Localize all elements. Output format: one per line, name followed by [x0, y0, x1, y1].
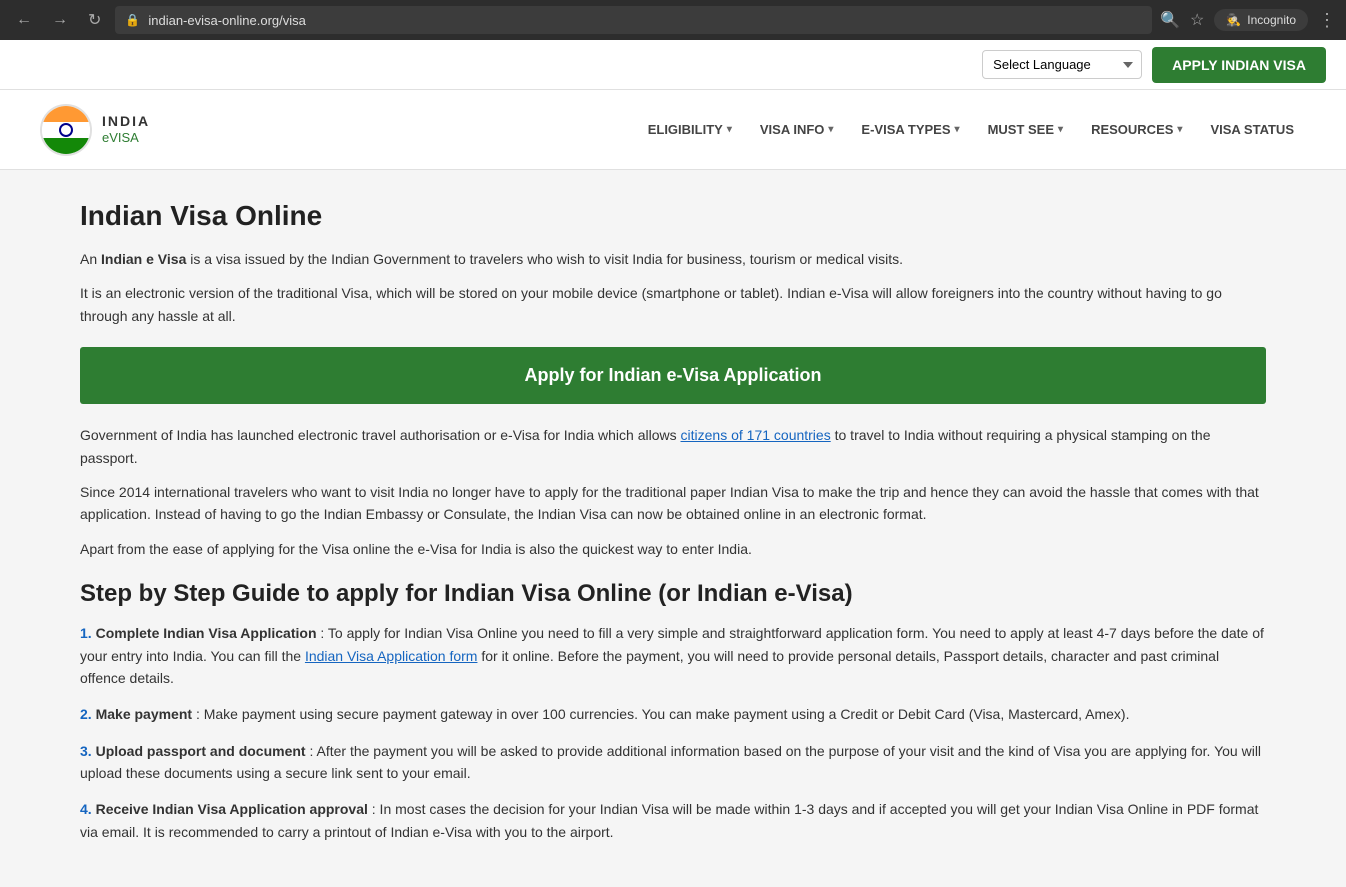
nav-evisa-types[interactable]: E-VISA TYPES ▾: [849, 114, 971, 145]
nav-visa-info-arrow: ▾: [828, 124, 833, 135]
page-title: Indian Visa Online: [80, 200, 1266, 232]
bookmark-icon[interactable]: ☆: [1190, 10, 1204, 30]
forward-button[interactable]: →: [46, 7, 74, 33]
logo: INDIA eVISA: [40, 104, 150, 156]
step-2-num: 2.: [80, 706, 92, 722]
intro-p1-bold: Indian e Visa: [101, 251, 186, 267]
nav-resources[interactable]: RESOURCES ▾: [1079, 114, 1194, 145]
nav-must-see-arrow: ▾: [1058, 124, 1063, 135]
nav-evisa-types-label: E-VISA TYPES: [861, 122, 950, 137]
utility-bar: Select Language English French German AP…: [0, 40, 1346, 90]
incognito-label: Incognito: [1247, 13, 1296, 27]
flag-white: [42, 122, 90, 138]
intro-p1-rest: is a visa issued by the Indian Governmen…: [186, 251, 903, 267]
intro-p1-an: An: [80, 251, 101, 267]
nav-evisa-types-arrow: ▾: [955, 124, 960, 135]
nav-eligibility-label: ELIGIBILITY: [648, 122, 723, 137]
step-1-bold: Complete Indian Visa Application: [96, 625, 317, 641]
url-icon: 🔒: [125, 13, 140, 27]
browser-chrome: ← → ↻ 🔒 indian-evisa-online.org/visa 🔍 ☆…: [0, 0, 1346, 40]
steps-list: 1. Complete Indian Visa Application : To…: [80, 622, 1266, 843]
section-title: Step by Step Guide to apply for Indian V…: [80, 580, 1266, 608]
navbar: INDIA eVISA ELIGIBILITY ▾ VISA INFO ▾ E-…: [0, 90, 1346, 170]
nav-visa-info-label: VISA INFO: [760, 122, 825, 137]
step-1-link[interactable]: Indian Visa Application form: [305, 648, 478, 664]
step-3-bold: Upload passport and document: [96, 743, 306, 759]
nav-resources-arrow: ▾: [1177, 124, 1182, 135]
url-text: indian-evisa-online.org/visa: [148, 13, 306, 28]
nav-eligibility-arrow: ▾: [727, 124, 732, 135]
incognito-button[interactable]: 🕵️ Incognito: [1214, 9, 1308, 31]
nav-must-see-label: MUST SEE: [988, 122, 1054, 137]
step-2-pre: : Make payment using secure payment gate…: [196, 706, 1130, 722]
nav-eligibility[interactable]: ELIGIBILITY ▾: [636, 114, 744, 145]
step-4-num: 4.: [80, 801, 92, 817]
logo-flag: [40, 104, 92, 156]
nav-resources-label: RESOURCES: [1091, 122, 1173, 137]
apply-banner-button[interactable]: Apply for Indian e-Visa Application: [80, 347, 1266, 404]
body-para-2: Since 2014 international travelers who w…: [80, 481, 1266, 526]
nav-visa-info[interactable]: VISA INFO ▾: [748, 114, 846, 145]
flag-saffron: [42, 106, 90, 122]
citizens-link[interactable]: citizens of 171 countries: [681, 427, 831, 443]
apply-visa-button[interactable]: APPLY INDIAN VISA: [1152, 47, 1326, 83]
step-4-bold: Receive Indian Visa Application approval: [96, 801, 368, 817]
main-content: Indian Visa Online An Indian e Visa is a…: [0, 170, 1346, 887]
nav-visa-status-label: VISA STATUS: [1210, 122, 1294, 137]
browser-menu-icon[interactable]: ⋮: [1318, 10, 1336, 31]
logo-evisa-label: eVISA: [102, 130, 150, 146]
body-para-3: Apart from the ease of applying for the …: [80, 538, 1266, 560]
nav-visa-status[interactable]: VISA STATUS: [1198, 114, 1306, 145]
ashoka-wheel: [59, 123, 73, 137]
nav-links: ELIGIBILITY ▾ VISA INFO ▾ E-VISA TYPES ▾…: [636, 114, 1306, 145]
incognito-icon: 🕵️: [1226, 13, 1241, 27]
intro-paragraph-2: It is an electronic version of the tradi…: [80, 282, 1266, 327]
intro-paragraph-1: An Indian e Visa is a visa issued by the…: [80, 248, 1266, 270]
browser-actions: 🔍 ☆ 🕵️ Incognito ⋮: [1160, 9, 1336, 31]
nav-must-see[interactable]: MUST SEE ▾: [976, 114, 1076, 145]
flag-green: [42, 138, 90, 154]
logo-text: INDIA eVISA: [102, 113, 150, 145]
logo-india-label: INDIA: [102, 113, 150, 130]
step-1-num: 1.: [80, 625, 92, 641]
step-2: 2. Make payment : Make payment using sec…: [80, 703, 1266, 725]
reload-button[interactable]: ↻: [82, 6, 107, 34]
body-p1-pre: Government of India has launched electro…: [80, 427, 681, 443]
url-bar[interactable]: 🔒 indian-evisa-online.org/visa: [115, 6, 1152, 34]
step-1: 1. Complete Indian Visa Application : To…: [80, 622, 1266, 689]
step-3: 3. Upload passport and document : After …: [80, 740, 1266, 785]
step-4: 4. Receive Indian Visa Application appro…: [80, 798, 1266, 843]
step-2-bold: Make payment: [96, 706, 192, 722]
step-3-num: 3.: [80, 743, 92, 759]
language-select[interactable]: Select Language English French German: [982, 50, 1142, 79]
back-button[interactable]: ←: [10, 7, 38, 33]
body-para-1: Government of India has launched electro…: [80, 424, 1266, 469]
search-icon[interactable]: 🔍: [1160, 10, 1180, 30]
